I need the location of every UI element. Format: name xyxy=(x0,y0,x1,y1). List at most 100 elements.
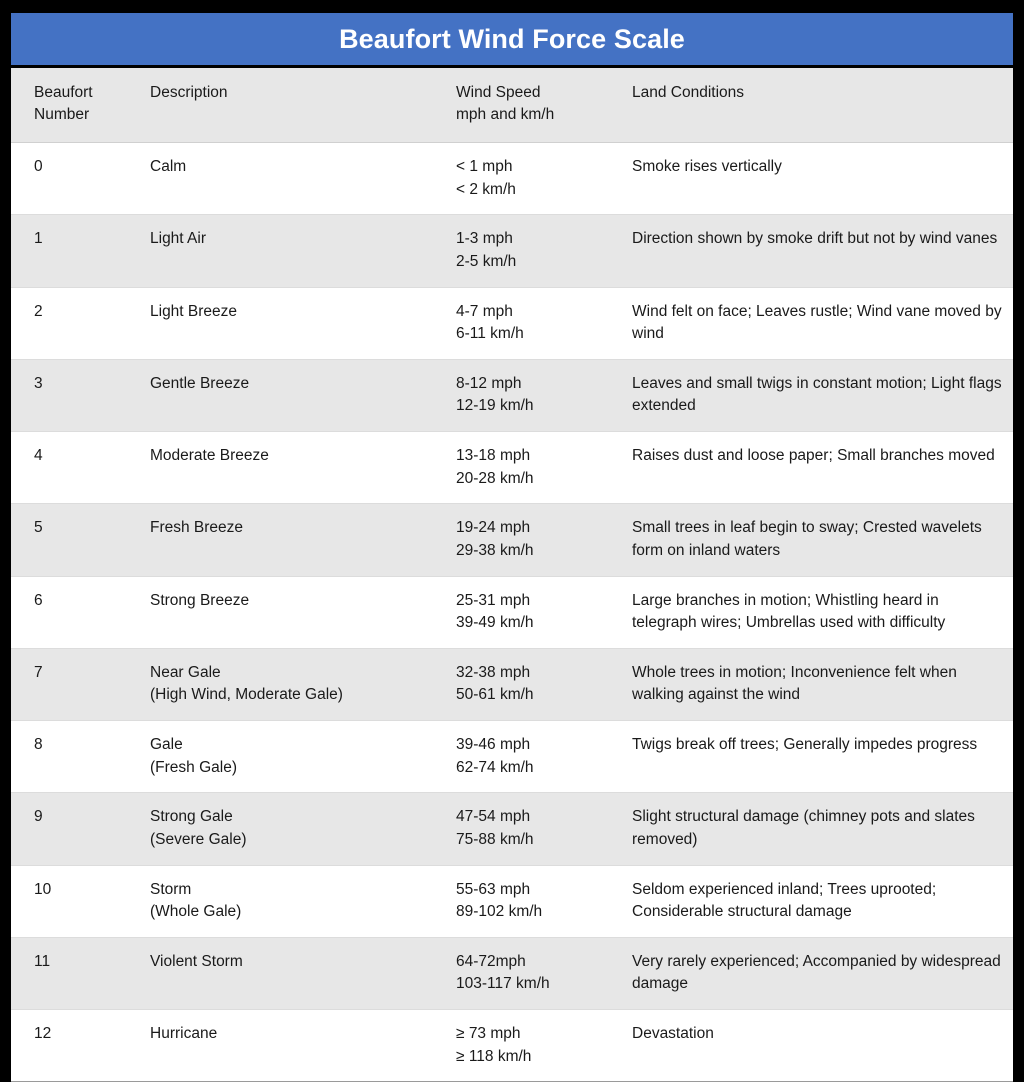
cell-description: Light Air xyxy=(139,214,445,288)
description-primary: Strong Gale xyxy=(150,808,233,826)
description-primary: Gentle Breeze xyxy=(150,374,250,392)
cell-land-conditions: Twigs break off trees; Generally impedes… xyxy=(622,720,1013,794)
description-alternate: (Whole Gale) xyxy=(150,903,242,921)
cell-wind-speed: 64-72mph 103-117 km/h xyxy=(445,937,622,1011)
table-row: 3 Gentle Breeze 8-12 mph 12-19 km/h Leaves a… xyxy=(11,359,1013,433)
cell-beaufort-number: 8 xyxy=(11,720,139,794)
cell-beaufort-number: 2 xyxy=(11,287,139,360)
table-row: 2 Light Breeze 4-7 mph 6-11 km/h Wind felt o… xyxy=(11,287,1013,360)
cell-wind-speed: 55-63 mph 89-102 km/h xyxy=(445,865,622,938)
cell-wind-speed: 25-31 mph 39-49 km/h xyxy=(445,576,622,649)
column-header-beaufort-number-line1: Beaufort xyxy=(34,84,93,101)
table-body: 0 Calm < 1 mph < 2 km/h Smoke rises vertical… xyxy=(11,142,1013,1082)
cell-land-conditions: Leaves and small twigs in constant motio… xyxy=(622,359,1013,433)
cell-wind-speed: 19-24 mph 29-38 km/h xyxy=(445,503,622,577)
column-header-wind-speed-line2: mph and km/h xyxy=(456,106,555,123)
cell-land-conditions: Whole trees in motion; Inconvenience fel… xyxy=(622,648,1013,722)
table-row: 7 Near Gale (High Wind, Moderate Gale) 32-3… xyxy=(11,648,1013,722)
cell-description: Hurricane xyxy=(139,1009,445,1082)
wind-speed-kmh: 75-88 km/h xyxy=(456,830,534,848)
cell-land-conditions: Raises dust and loose paper; Small branc… xyxy=(622,431,1013,505)
wind-speed-kmh: 2-5 km/h xyxy=(456,252,517,270)
description-primary: Calm xyxy=(150,158,187,175)
cell-wind-speed: 1-3 mph 2-5 km/h xyxy=(445,214,622,288)
cell-description: Strong Breeze xyxy=(139,576,445,649)
beaufort-scale-table: Beaufort Number Description Wind Speed m… xyxy=(11,68,1013,1082)
column-header-description-line1: Description xyxy=(150,84,228,101)
column-header-land-conditions-line1: Land Conditions xyxy=(632,84,745,101)
cell-wind-speed: 4-7 mph 6-11 km/h xyxy=(445,287,622,360)
cell-land-conditions: Wind felt on face; Leaves rustle; Wind v… xyxy=(622,287,1013,360)
cell-wind-speed: 39-46 mph 62-74 km/h xyxy=(445,720,622,794)
column-header-land-conditions: Land Conditions xyxy=(622,68,1013,143)
table-row: 12 Hurricane ≥ 73 mph ≥ 118 km/h Devastation xyxy=(11,1009,1013,1082)
cell-land-conditions: Very rarely experienced; Accompanied by … xyxy=(622,937,1013,1011)
page-title: Beaufort Wind Force Scale xyxy=(339,23,685,54)
cell-beaufort-number: 3 xyxy=(11,359,139,433)
description-primary: Moderate Breeze xyxy=(150,447,269,464)
cell-land-conditions: Smoke rises vertically xyxy=(622,142,1013,216)
column-header-description: Description xyxy=(139,68,445,143)
wind-speed-mph: 32-38 mph xyxy=(456,663,531,681)
description-primary: Light Breeze xyxy=(150,302,238,320)
description-primary: Near Gale xyxy=(150,663,221,681)
cell-beaufort-number: 1 xyxy=(11,214,139,288)
wind-speed-kmh: 29-38 km/h xyxy=(456,541,534,559)
table-row: 1 Light Air 1-3 mph 2-5 km/h Direction shown… xyxy=(11,214,1013,288)
description-alternate: (High Wind, Moderate Gale) xyxy=(150,686,343,704)
description-primary: Strong Breeze xyxy=(150,591,250,609)
wind-speed-mph: 47-54 mph xyxy=(456,808,531,826)
cell-beaufort-number: 10 xyxy=(11,865,139,938)
table-row: 5 Fresh Breeze 19-24 mph 29-38 km/h Small tr… xyxy=(11,503,1013,577)
cell-land-conditions: Direction shown by smoke drift but not b… xyxy=(622,214,1013,288)
wind-speed-kmh: 62-74 km/h xyxy=(456,758,534,776)
cell-description: Strong Gale (Severe Gale) xyxy=(139,792,445,866)
column-header-wind-speed-line1: Wind Speed xyxy=(456,84,541,101)
cell-land-conditions: Devastation xyxy=(622,1009,1013,1082)
cell-land-conditions: Small trees in leaf begin to sway; Crest… xyxy=(622,503,1013,577)
wind-speed-mph: < 1 mph xyxy=(456,158,513,175)
wind-speed-mph: 55-63 mph xyxy=(456,880,531,898)
cell-beaufort-number: 9 xyxy=(11,792,139,866)
wind-speed-mph: 4-7 mph xyxy=(456,302,513,320)
wind-speed-kmh: 103-117 km/h xyxy=(456,975,550,993)
cell-description: Calm xyxy=(139,142,445,216)
beaufort-scale-card: Beaufort Wind Force Scale Beaufort Numbe… xyxy=(11,13,1013,1082)
column-header-beaufort-number: Beaufort Number xyxy=(11,68,139,143)
wind-speed-mph: 25-31 mph xyxy=(456,591,531,609)
description-primary: Light Air xyxy=(150,230,207,248)
cell-beaufort-number: 0 xyxy=(11,142,139,216)
table-row: 11 Violent Storm 64-72mph 103-117 km/h Very … xyxy=(11,937,1013,1011)
table-row: 10 Storm (Whole Gale) 55-63 mph 89-102 km/h S… xyxy=(11,865,1013,938)
cell-wind-speed: 13-18 mph 20-28 km/h xyxy=(445,431,622,505)
cell-description: Violent Storm xyxy=(139,937,445,1011)
cell-beaufort-number: 12 xyxy=(11,1009,139,1082)
cell-wind-speed: 32-38 mph 50-61 km/h xyxy=(445,648,622,722)
wind-speed-mph: 8-12 mph xyxy=(456,374,522,392)
cell-land-conditions: Slight structural damage (chimney pots a… xyxy=(622,792,1013,866)
column-header-wind-speed: Wind Speed mph and km/h xyxy=(445,68,622,143)
table-row: 0 Calm < 1 mph < 2 km/h Smoke rises vertical… xyxy=(11,142,1013,216)
cell-beaufort-number: 11 xyxy=(11,937,139,1011)
wind-speed-kmh: < 2 km/h xyxy=(456,180,516,198)
wind-speed-mph: 13-18 mph xyxy=(456,447,531,464)
wind-speed-kmh: 89-102 km/h xyxy=(456,903,543,921)
cell-description: Moderate Breeze xyxy=(139,431,445,505)
table-header: Beaufort Number Description Wind Speed m… xyxy=(11,68,1013,143)
page-frame: Beaufort Wind Force Scale Beaufort Numbe… xyxy=(0,0,1024,1082)
wind-speed-kmh: 39-49 km/h xyxy=(456,614,534,632)
cell-beaufort-number: 4 xyxy=(11,431,139,505)
table-row: 6 Strong Breeze 25-31 mph 39-49 km/h Large b… xyxy=(11,576,1013,649)
cell-wind-speed: < 1 mph < 2 km/h xyxy=(445,142,622,216)
cell-description: Storm (Whole Gale) xyxy=(139,865,445,938)
cell-beaufort-number: 5 xyxy=(11,503,139,577)
wind-speed-kmh: 20-28 km/h xyxy=(456,469,534,487)
description-primary: Storm xyxy=(150,880,192,898)
cell-description: Near Gale (High Wind, Moderate Gale) xyxy=(139,648,445,722)
description-primary: Gale xyxy=(150,736,183,753)
cell-description: Gale (Fresh Gale) xyxy=(139,720,445,794)
cell-beaufort-number: 6 xyxy=(11,576,139,649)
wind-speed-kmh: ≥ 118 km/h xyxy=(456,1047,532,1065)
cell-description: Fresh Breeze xyxy=(139,503,445,577)
description-primary: Hurricane xyxy=(150,1025,218,1042)
